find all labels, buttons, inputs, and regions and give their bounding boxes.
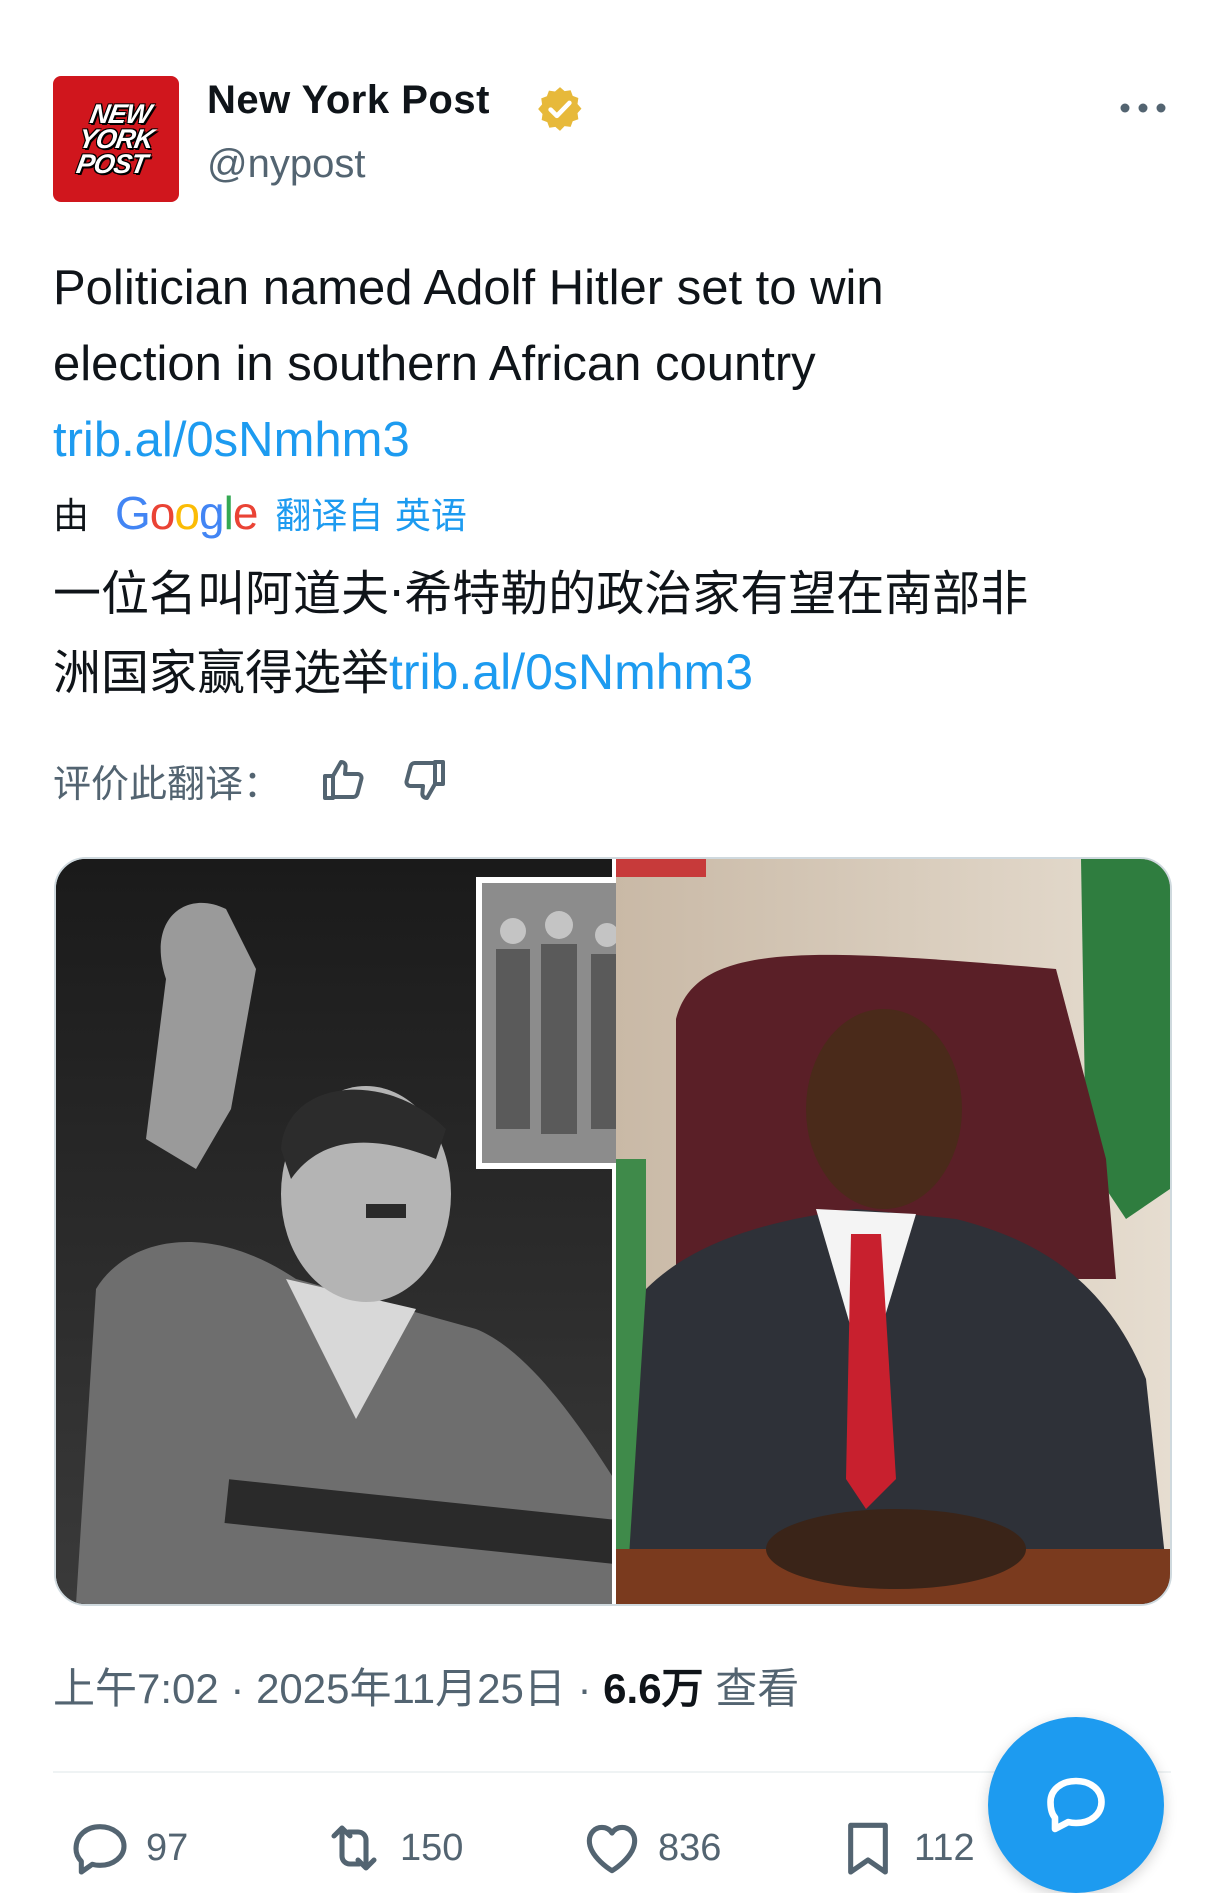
tweet-meta: 上午7:02 · 2025年11月25日 · 6.6万 查看	[53, 1665, 800, 1712]
views-label: 查看	[715, 1665, 800, 1712]
verified-badge-icon	[538, 87, 582, 131]
repost-icon	[331, 1825, 377, 1871]
translated-by-label: 由	[53, 496, 90, 537]
google-logo: Google	[115, 487, 258, 539]
translated-text-line: 洲国家赢得选举	[53, 645, 390, 701]
account-name[interactable]: New York Post	[207, 78, 490, 123]
nypost-logo: NEW YORK POST	[74, 98, 156, 179]
bookmark-icon	[848, 1822, 888, 1875]
translated-from-link[interactable]: 翻译自 英语	[275, 487, 466, 539]
thumbs-up-icon[interactable]	[319, 756, 367, 804]
thumbs-down-icon[interactable]	[401, 756, 449, 804]
tweet-text: Politician named Adolf Hitler set to win…	[53, 250, 1173, 478]
tweet-text-line: election in southern African country	[53, 337, 816, 391]
tweet-link[interactable]: trib.al/0sNmhm3	[53, 402, 1173, 478]
tweet-image[interactable]	[54, 857, 1172, 1606]
repost-button[interactable]: 150	[322, 1810, 463, 1886]
tweet-time[interactable]: 上午7:02	[53, 1665, 219, 1712]
reply-icon	[73, 1824, 127, 1875]
repost-count: 150	[400, 1826, 464, 1869]
avatar[interactable]: NEW YORK POST	[53, 76, 179, 202]
translation-attribution: 由 Google 翻译自 英语	[53, 485, 467, 541]
account-handle[interactable]: @nypost	[207, 142, 365, 187]
reply-button[interactable]: 97	[68, 1810, 188, 1886]
rate-translation-label: 评价此翻译：	[53, 761, 282, 806]
news-photo-collage	[56, 859, 1170, 1604]
translated-link[interactable]: trib.al/0sNmhm3	[389, 644, 753, 700]
compose-fab[interactable]	[988, 1717, 1164, 1893]
bookmark-button[interactable]: 112	[836, 1810, 975, 1886]
tweet-date[interactable]: 2025年11月25日	[256, 1665, 566, 1712]
reply-count: 97	[146, 1826, 189, 1869]
view-count: 6.6万	[603, 1665, 704, 1712]
bookmark-count: 112	[914, 1826, 975, 1869]
rate-translation: 评价此翻译：	[53, 752, 449, 808]
chat-bubble-icon	[1047, 1777, 1105, 1833]
translated-text-line: 一位名叫阿道夫·希特勒的政治家有望在南部非	[53, 566, 1029, 622]
heart-icon	[586, 1824, 638, 1874]
translated-text: 一位名叫阿道夫·希特勒的政治家有望在南部非 洲国家赢得选举trib.al/0sN…	[53, 555, 1173, 712]
like-button[interactable]: 836	[580, 1810, 721, 1886]
more-options-icon[interactable]	[1118, 96, 1168, 120]
tweet-text-line: Politician named Adolf Hitler set to win	[53, 261, 884, 315]
like-count: 836	[658, 1826, 722, 1869]
